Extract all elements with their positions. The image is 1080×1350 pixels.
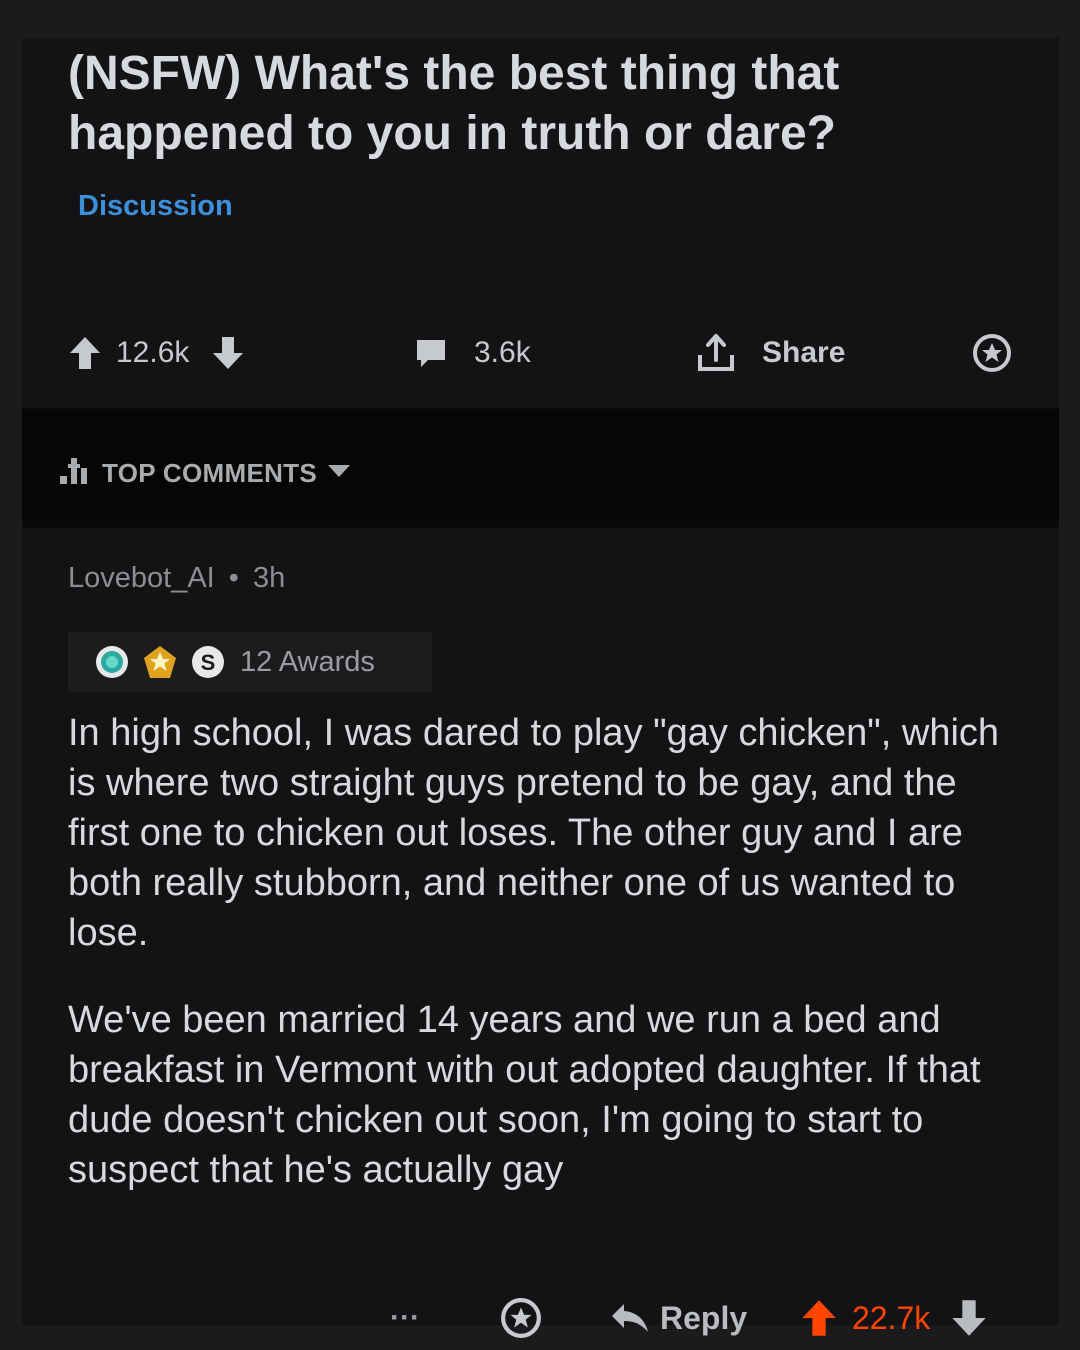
comment-author[interactable]: Lovebot_AI bbox=[68, 562, 215, 594]
downvote-icon[interactable] bbox=[950, 1298, 988, 1338]
award-icon bbox=[972, 333, 1012, 373]
meta-separator: • bbox=[228, 562, 239, 594]
more-options-button[interactable]: ··· bbox=[390, 1298, 420, 1338]
downvote-icon[interactable] bbox=[211, 335, 245, 371]
silver-award-icon: S bbox=[190, 644, 226, 680]
gem-award-icon bbox=[94, 644, 130, 680]
comment-sort-bar: TOP COMMENTS bbox=[22, 410, 1059, 520]
share-button[interactable]: Share bbox=[694, 333, 845, 373]
post-upvote-count: 12.6k bbox=[116, 336, 190, 369]
reply-button[interactable]: Reply bbox=[610, 1298, 747, 1338]
more-dots-icon: ··· bbox=[390, 1301, 420, 1334]
comment-upvote-count: 22.7k bbox=[852, 1299, 931, 1336]
post-comment-count: 3.6k bbox=[474, 336, 531, 369]
award-icon bbox=[500, 1297, 542, 1339]
comment-age: 3h bbox=[253, 562, 286, 594]
post-card: (NSFW) What's the best thing that happen… bbox=[22, 38, 1059, 408]
post-title[interactable]: (NSFW) What's the best thing that happen… bbox=[68, 44, 1028, 164]
comment-paragraph: We've been married 14 years and we run a… bbox=[68, 999, 981, 1191]
upvote-icon[interactable] bbox=[68, 335, 102, 371]
post-comments-button[interactable]: 3.6k bbox=[414, 333, 531, 373]
awards-count: 12 Awards bbox=[240, 645, 375, 678]
comment-paragraph: In high school, I was dared to play "gay… bbox=[68, 712, 1000, 954]
comment-body: In high school, I was dared to play "gay… bbox=[68, 708, 1028, 1232]
share-label: Share bbox=[762, 336, 846, 369]
upvote-icon[interactable] bbox=[800, 1298, 838, 1338]
sort-label: TOP COMMENTS bbox=[102, 458, 317, 488]
awards-bar[interactable]: S 12 Awards bbox=[68, 632, 432, 692]
sort-dropdown[interactable]: TOP COMMENTS bbox=[58, 454, 351, 493]
gold-award-icon bbox=[142, 644, 178, 680]
sort-bars-icon bbox=[58, 454, 92, 493]
post-award-button[interactable] bbox=[972, 333, 1012, 373]
caret-down-icon bbox=[327, 463, 351, 484]
comment-bubble-icon bbox=[414, 336, 448, 370]
comment-award-button[interactable] bbox=[500, 1298, 542, 1338]
post-vote-group: 12.6k bbox=[68, 333, 245, 373]
comment-vote-group: 22.7k bbox=[800, 1298, 988, 1338]
reply-label: Reply bbox=[660, 1299, 748, 1336]
comment-meta: Lovebot_AI • 3h bbox=[68, 562, 285, 595]
app-frame: (NSFW) What's the best thing that happen… bbox=[22, 38, 1059, 1338]
post-action-bar: 12.6k 3.6k Share bbox=[22, 333, 1059, 373]
comment-card: Lovebot_AI • 3h S 12 Awards In high scho… bbox=[22, 528, 1059, 1338]
comment-action-bar: ··· Reply 22.7k bbox=[22, 1298, 1059, 1342]
share-icon bbox=[694, 333, 738, 373]
post-flair[interactable]: Discussion bbox=[78, 190, 233, 223]
reply-arrow-icon bbox=[610, 1301, 650, 1335]
svg-text:S: S bbox=[201, 650, 216, 675]
